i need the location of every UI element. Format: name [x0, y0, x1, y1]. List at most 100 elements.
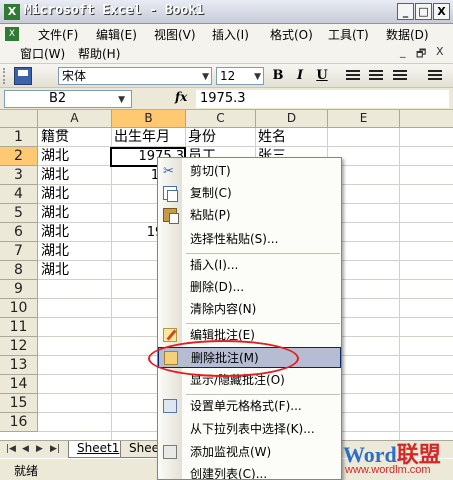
- workbook-icon[interactable]: X: [5, 27, 19, 41]
- align-right-icon[interactable]: [393, 70, 407, 82]
- menu-item-insert[interactable]: 插入(I)...: [158, 255, 341, 276]
- column-header-d[interactable]: D: [256, 110, 328, 128]
- formula-input[interactable]: 1975.3: [196, 90, 449, 108]
- row-header-4[interactable]: 4: [0, 185, 38, 204]
- cell-b1[interactable]: 出生年月: [114, 128, 186, 147]
- underline-button[interactable]: U: [312, 67, 332, 85]
- menu-edit[interactable]: 编辑(E): [96, 26, 137, 43]
- doc-close-button[interactable]: X: [436, 45, 444, 58]
- merge-center-icon[interactable]: [428, 70, 442, 82]
- last-sheet-icon[interactable]: ▶|: [50, 444, 60, 454]
- menu-item-label: 添加监视点(W): [190, 445, 272, 459]
- excel-icon[interactable]: X: [4, 4, 20, 20]
- font-name-select[interactable]: 宋体 ▼: [58, 67, 212, 85]
- row-header-13[interactable]: 13: [0, 356, 38, 375]
- align-center-icon[interactable]: [369, 70, 383, 82]
- next-sheet-icon[interactable]: ▶: [36, 444, 43, 454]
- cell-a6[interactable]: 湖北: [41, 223, 111, 242]
- status-text: 就绪: [14, 464, 39, 478]
- italic-button[interactable]: I: [290, 67, 310, 85]
- prev-sheet-icon[interactable]: ◀: [22, 444, 29, 454]
- menu-window[interactable]: 窗口(W): [20, 45, 65, 62]
- scissors-icon: [163, 161, 177, 182]
- menu-insert[interactable]: 插入(I): [212, 26, 249, 43]
- menu-item-copy[interactable]: 复制(C): [158, 183, 341, 204]
- doc-restore-button[interactable]: 🗗: [416, 45, 426, 64]
- cell-a3[interactable]: 湖北: [41, 166, 111, 185]
- cell-a7[interactable]: 湖北: [41, 242, 111, 261]
- row-header-12[interactable]: 12: [0, 337, 38, 356]
- menu-item-delete[interactable]: 删除(D)...: [158, 277, 341, 298]
- cell-a1[interactable]: 籍贯: [41, 128, 111, 147]
- format-cells-icon: [163, 399, 177, 413]
- chevron-down-icon: ▼: [118, 95, 125, 105]
- formatting-toolbar: 宋体 ▼ 12 ▼ B I U: [0, 64, 453, 88]
- row-header-7[interactable]: 7: [0, 242, 38, 261]
- menu-item-clear-contents[interactable]: 清除内容(N): [158, 299, 341, 320]
- menu-separator: [186, 394, 340, 395]
- menu-data[interactable]: 数据(D): [386, 26, 429, 43]
- chevron-down-icon: ▼: [254, 72, 261, 82]
- cell-a4[interactable]: 湖北: [41, 185, 111, 204]
- row-header-15[interactable]: 15: [0, 394, 38, 413]
- context-menu: 剪切(T) 复制(C) 粘贴(P) 选择性粘贴(S)... 插入(I)... 删…: [157, 157, 342, 480]
- bold-button[interactable]: B: [268, 67, 288, 85]
- menu-item-pick-from-list[interactable]: 从下拉列表中选择(K)...: [158, 419, 341, 440]
- select-all-corner[interactable]: [0, 110, 38, 128]
- first-sheet-icon[interactable]: |◀: [6, 444, 16, 454]
- fx-icon[interactable]: fx: [175, 90, 187, 104]
- cell-a2[interactable]: 湖北: [41, 147, 111, 166]
- row-header-10[interactable]: 10: [0, 299, 38, 318]
- row-header-9[interactable]: 9: [0, 280, 38, 299]
- menu-view[interactable]: 视图(V): [154, 26, 196, 43]
- menu-item-label: 选择性粘贴(S)...: [190, 232, 279, 246]
- cell-d1[interactable]: 姓名: [258, 128, 326, 147]
- minimize-button[interactable]: _: [397, 3, 414, 20]
- cell-a8[interactable]: 湖北: [41, 261, 111, 280]
- column-header-a[interactable]: A: [38, 110, 112, 128]
- row-header-2[interactable]: 2: [0, 147, 38, 166]
- column-header-f[interactable]: [400, 110, 453, 128]
- menu-file[interactable]: 文件(F): [38, 26, 78, 43]
- menu-item-label: 复制(C): [190, 186, 232, 200]
- row-header-14[interactable]: 14: [0, 375, 38, 394]
- menu-format[interactable]: 格式(O): [270, 26, 313, 43]
- row-header-5[interactable]: 5: [0, 204, 38, 223]
- menu-item-format-cells[interactable]: 设置单元格格式(F)...: [158, 396, 341, 417]
- row-header-1[interactable]: 1: [0, 128, 38, 147]
- column-header-b[interactable]: B: [112, 110, 186, 128]
- menu-item-create-list[interactable]: 创建列表(C)...: [158, 464, 341, 479]
- cell-c1[interactable]: 身份: [188, 128, 254, 147]
- doc-minimize-button[interactable]: _: [400, 45, 406, 58]
- row-header-6[interactable]: 6: [0, 223, 38, 242]
- cell-a5[interactable]: 湖北: [41, 204, 111, 223]
- edit-comment-icon: [163, 328, 177, 342]
- menu-item-add-watch[interactable]: 添加监视点(W): [158, 442, 341, 463]
- toolbar-grip[interactable]: [3, 68, 7, 84]
- row-header-8[interactable]: 8: [0, 261, 38, 280]
- align-left-icon[interactable]: [346, 70, 360, 82]
- name-box[interactable]: B2 ▼: [4, 90, 132, 108]
- menu-help[interactable]: 帮助(H): [78, 45, 120, 62]
- save-icon[interactable]: [14, 67, 32, 85]
- column-header-e[interactable]: E: [328, 110, 400, 128]
- close-button[interactable]: X: [433, 3, 450, 20]
- menu-item-label: 从下拉列表中选择(K)...: [190, 422, 315, 436]
- column-header-c[interactable]: C: [186, 110, 256, 128]
- copy-icon: [163, 186, 178, 202]
- row-header-11[interactable]: 11: [0, 318, 38, 337]
- row-header-3[interactable]: 3: [0, 166, 38, 185]
- font-size-select[interactable]: 12 ▼: [216, 67, 264, 85]
- title-bar: X Microsoft Excel - Book1 _ □ X: [0, 0, 453, 24]
- chevron-down-icon: ▼: [202, 72, 209, 82]
- maximize-button[interactable]: □: [415, 3, 432, 20]
- formula-bar: B2 ▼ fx 1975.3: [0, 88, 453, 110]
- menu-item-cut[interactable]: 剪切(T): [158, 161, 341, 182]
- menu-item-paste-special[interactable]: 选择性粘贴(S)...: [158, 229, 341, 250]
- watermark-logo: Word联盟 www.wordlm.com: [343, 437, 453, 480]
- row-header-16[interactable]: 16: [0, 413, 38, 432]
- menu-item-label: 清除内容(N): [190, 302, 257, 316]
- menu-item-paste[interactable]: 粘贴(P): [158, 205, 341, 226]
- menu-separator: [186, 323, 340, 324]
- menu-tools[interactable]: 工具(T): [328, 26, 369, 43]
